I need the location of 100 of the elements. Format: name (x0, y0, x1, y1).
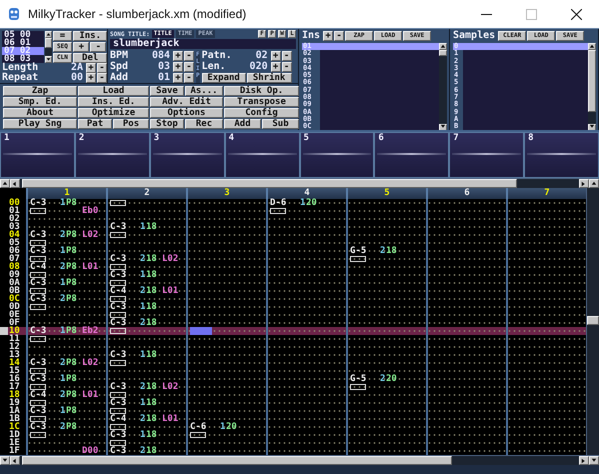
pattern-row[interactable]: 1E (0, 439, 586, 447)
order-entry[interactable]: 08 03 (2, 55, 44, 63)
scroll-down-button[interactable] (439, 124, 447, 131)
channel-header[interactable]: 3 (186, 188, 266, 199)
pattern-row[interactable]: 06 C-3 1P8 G-5 218 (0, 247, 586, 255)
scrollbar-thumb[interactable] (587, 316, 599, 325)
song-title-field[interactable]: slumberjack (110, 39, 296, 49)
channel-header[interactable]: 7 (506, 188, 586, 199)
decrease-button[interactable]: - (282, 62, 292, 72)
pattern-row[interactable]: 11 (0, 335, 586, 343)
pattern-row[interactable]: 1F D00 C-3 218 (0, 447, 586, 455)
function-button[interactable]: Load (78, 86, 149, 96)
pattern-row[interactable]: 19 C-3 118 (0, 399, 586, 407)
scrollbar-thumb[interactable] (439, 50, 447, 56)
function-button[interactable]: About (3, 108, 77, 118)
scrollbar-thumb[interactable] (22, 179, 517, 188)
order-button[interactable]: = (52, 31, 72, 41)
pattern-row[interactable]: 01 Eb0 (0, 207, 586, 215)
pattern-row[interactable]: 02 (0, 215, 586, 223)
channel-header[interactable]: 5 (346, 188, 426, 199)
pattern-row[interactable]: 14 C-3 2P8 L02 (0, 359, 586, 367)
pattern-row[interactable]: 18 C-4 2P8 L01 (0, 391, 586, 399)
scroll-down-button[interactable] (588, 124, 596, 131)
pattern-row[interactable]: 07 C-3 218 L02 (0, 255, 586, 263)
scroll-up-button[interactable] (588, 43, 596, 50)
function-button[interactable]: Config (224, 108, 299, 118)
increase-button[interactable]: + (86, 63, 96, 73)
insert-button[interactable]: Ins. (73, 31, 107, 41)
increase-button[interactable]: + (86, 73, 96, 83)
pattern-row[interactable]: 15 (0, 367, 586, 375)
pattern-row[interactable]: 12 (0, 343, 586, 351)
increase-button[interactable]: + (270, 51, 281, 61)
decrease-button[interactable]: - (282, 51, 292, 61)
shrink-button[interactable]: Shrink (246, 73, 292, 83)
channel-header[interactable]: 4 (266, 188, 346, 199)
scroll-up-button[interactable] (44, 31, 52, 38)
pattern-row[interactable]: 08 C-4 2P8 L01 (0, 263, 586, 271)
increase-button[interactable]: + (173, 51, 183, 61)
pattern-row[interactable]: 1A C-3 1P8 (0, 407, 586, 415)
scrollbar-thumb[interactable] (588, 50, 596, 112)
function-button[interactable]: Zap (3, 86, 77, 96)
scrollbar-thumb[interactable] (22, 456, 452, 465)
function-button[interactable]: Sub (262, 119, 299, 129)
function-button[interactable]: Save (150, 86, 184, 96)
channel-header[interactable]: 2 (106, 188, 186, 199)
function-button[interactable]: As... (185, 86, 223, 96)
pattern-row[interactable]: 16 C-3 1P8 G-5 220 (0, 375, 586, 383)
decrease-button[interactable]: - (184, 51, 194, 61)
pattern-row[interactable]: 1C C-3 2P8 C-6 120 (0, 423, 586, 431)
increase-button[interactable]: + (270, 62, 281, 72)
scrollbar-thumb[interactable] (44, 38, 52, 48)
expand-button[interactable]: Expand (202, 73, 246, 83)
scroll-down-button[interactable] (44, 56, 52, 63)
horizontal-scrollbar[interactable] (0, 455, 599, 465)
scroll-down-button[interactable] (0, 456, 10, 465)
scroll-up-button[interactable] (589, 179, 599, 188)
function-button[interactable]: Play Sng (3, 119, 77, 129)
vertical-scrollbar[interactable] (586, 188, 599, 455)
scroll-up-button[interactable] (439, 43, 447, 50)
pattern-row[interactable]: 03 C-3 118 (0, 223, 586, 231)
pattern-row[interactable]: 0B C-4 218 L01 (0, 287, 586, 295)
function-button[interactable]: Pos (113, 119, 149, 129)
scroll-left-button[interactable] (10, 179, 20, 188)
order-entry[interactable]: 06 01 (2, 39, 44, 47)
scroll-left-button[interactable] (10, 456, 20, 465)
function-button[interactable]: Add (224, 119, 261, 129)
function-button[interactable]: Stop (150, 119, 184, 129)
scroll-up-button[interactable] (0, 179, 10, 188)
function-button[interactable]: Disk Op. (224, 86, 299, 96)
channel-header[interactable]: 1 (26, 188, 106, 199)
function-button[interactable]: Transpose (224, 97, 299, 107)
function-button[interactable]: Rec (185, 119, 223, 129)
function-button[interactable]: Smp. Ed. (3, 97, 77, 107)
pattern-row[interactable]: 0A C-3 1P8 (0, 279, 586, 287)
pattern-row[interactable]: 17 C-3 218 L02 (0, 383, 586, 391)
decrease-button[interactable]: - (97, 73, 107, 83)
decrease-button[interactable]: - (184, 73, 194, 83)
horizontal-scrollbar[interactable] (0, 178, 599, 188)
pattern-row[interactable]: 05 (0, 239, 586, 247)
order-entry[interactable]: 05 00 (2, 31, 44, 39)
channel-header[interactable]: 6 (426, 188, 506, 199)
function-button[interactable]: Pat (78, 119, 112, 129)
pattern-row[interactable]: 1D C-3 118 (0, 431, 586, 439)
pattern-row[interactable]: 0D C-3 118 (0, 303, 586, 311)
pattern-row[interactable]: 0F C-3 218 (0, 319, 586, 327)
scroll-right-button[interactable] (579, 456, 589, 465)
increase-button[interactable]: + (73, 42, 90, 52)
pattern-row[interactable]: 1B C-4 218 L01 (0, 415, 586, 423)
increase-button[interactable]: + (173, 62, 183, 72)
decrease-button[interactable]: - (90, 42, 106, 52)
pattern-row[interactable]: 00 C-3 1P8 D-6 120 (0, 199, 586, 207)
increase-button[interactable]: + (173, 73, 183, 83)
function-button[interactable]: Ins. Ed. (78, 97, 149, 107)
decrease-button[interactable]: - (97, 63, 107, 73)
function-button[interactable]: Options (150, 108, 223, 118)
pattern-row[interactable]: 09 C-3 118 (0, 271, 586, 279)
panel-button[interactable]: - (334, 31, 344, 41)
pattern-row[interactable]: 0C C-3 2P8 (0, 295, 586, 303)
scroll-down-button[interactable] (589, 456, 599, 465)
decrease-button[interactable]: - (184, 62, 194, 72)
